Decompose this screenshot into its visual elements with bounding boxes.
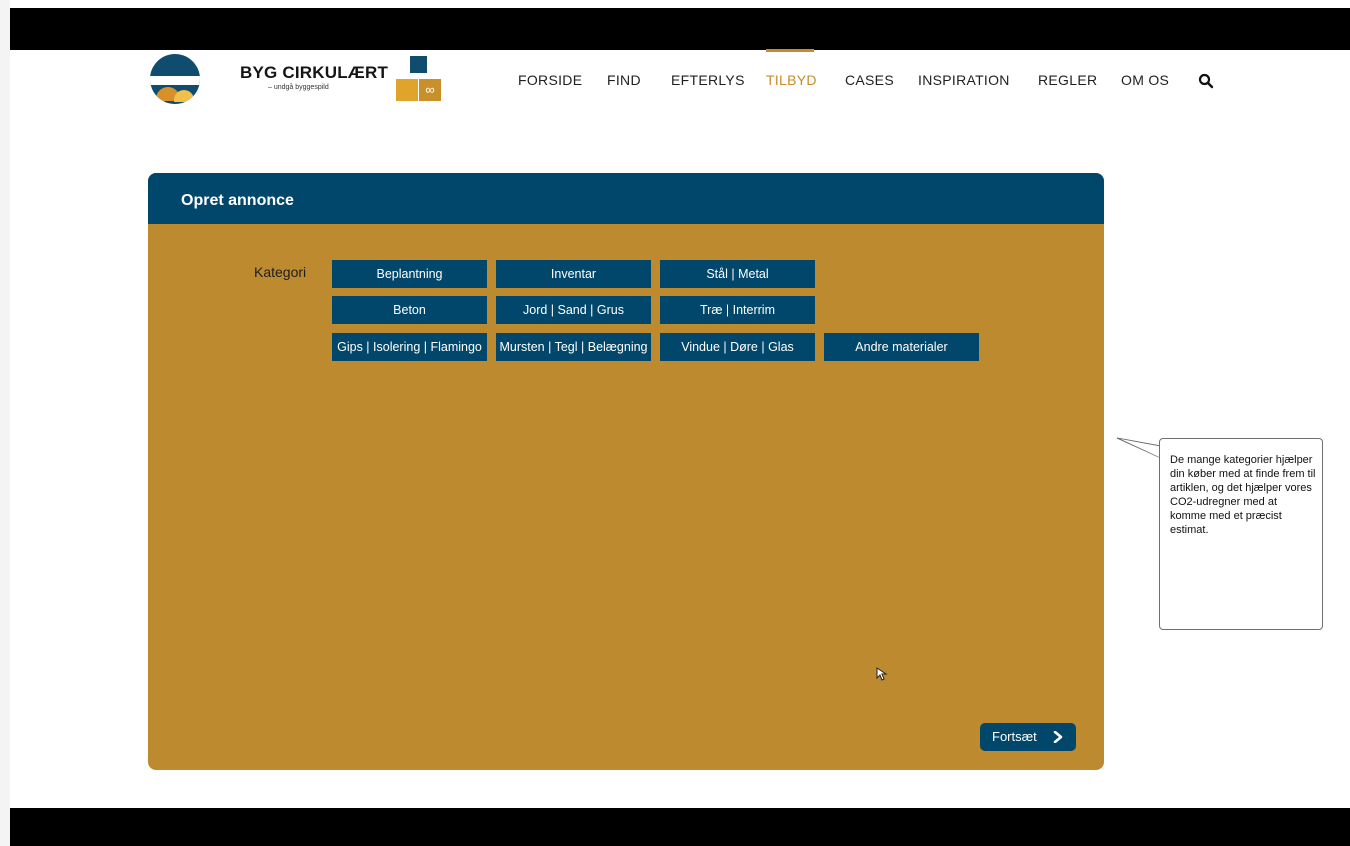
- category-beplantning[interactable]: Beplantning: [332, 260, 487, 288]
- category-inventar[interactable]: Inventar: [496, 260, 651, 288]
- sdg-goals-logo: ∞: [396, 56, 442, 102]
- chevron-right-icon: [1053, 731, 1063, 743]
- brand-name[interactable]: BYG CIRKULÆRT: [240, 63, 388, 83]
- help-callout: De mange kategorier hjælper din køber me…: [1159, 438, 1323, 630]
- bottom-black-bar: [10, 808, 1350, 846]
- nav-inspiration[interactable]: INSPIRATION: [918, 72, 1010, 88]
- brand-tagline: – undgå byggespild: [268, 84, 329, 91]
- nav-find[interactable]: FIND: [607, 72, 641, 88]
- category-jord-sand-grus[interactable]: Jord | Sand | Grus: [496, 296, 651, 324]
- continue-button[interactable]: Fortsæt: [980, 723, 1076, 751]
- help-callout-text: De mange kategorier hjælper din køber me…: [1170, 454, 1316, 536]
- top-black-bar: [10, 8, 1350, 50]
- category-label: Kategori: [254, 264, 307, 280]
- callout-pointer: [1116, 437, 1162, 459]
- nav-efterlys[interactable]: EFTERLYS: [671, 72, 745, 88]
- category-staal-metal[interactable]: Stål | Metal: [660, 260, 815, 288]
- nav-cases[interactable]: CASES: [845, 72, 894, 88]
- panel-header: Opret annonce: [148, 173, 1104, 224]
- nav-forside[interactable]: FORSIDE: [518, 72, 582, 88]
- nav-regler[interactable]: REGLER: [1038, 72, 1097, 88]
- category-beton[interactable]: Beton: [332, 296, 487, 324]
- category-gips-isolering-flamingo[interactable]: Gips | Isolering | Flamingo: [332, 333, 487, 361]
- nav-om-os[interactable]: OM OS: [1121, 72, 1169, 88]
- category-trae-interrim[interactable]: Træ | Interrim: [660, 296, 815, 324]
- site-logo-badge[interactable]: [150, 54, 200, 104]
- search-icon[interactable]: [1198, 73, 1214, 89]
- create-listing-panel: Opret annonce Kategori Beplantning Inven…: [148, 173, 1104, 770]
- category-vindue-doere-glas[interactable]: Vindue | Døre | Glas: [660, 333, 815, 361]
- mouse-cursor-icon: [876, 667, 888, 681]
- continue-button-label: Fortsæt: [992, 729, 1037, 744]
- category-andre-materialer[interactable]: Andre materialer: [824, 333, 979, 361]
- nav-tilbyd[interactable]: TILBYD: [766, 72, 817, 88]
- active-nav-indicator: [766, 49, 814, 52]
- panel-title: Opret annonce: [181, 192, 294, 209]
- category-mursten-tegl-belaegning[interactable]: Mursten | Tegl | Belægning: [496, 333, 651, 361]
